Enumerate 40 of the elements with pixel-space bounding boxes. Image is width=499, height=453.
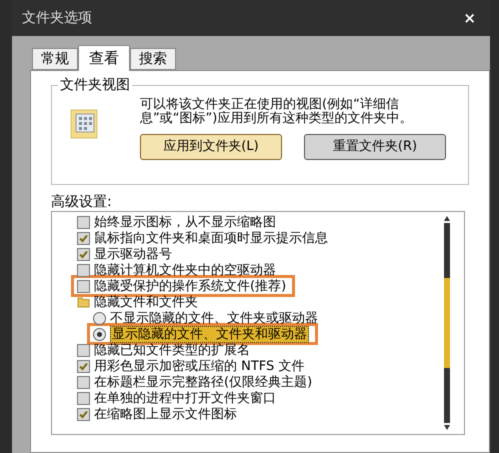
checkbox[interactable] xyxy=(77,376,90,388)
setting-label[interactable]: 隐藏计算机文件夹中的空驱动器 xyxy=(94,262,276,278)
tab[interactable]: 搜索 xyxy=(130,48,176,70)
checkbox[interactable] xyxy=(77,264,90,276)
setting-label[interactable]: 鼠标指向文件夹和桌面项时显示提示信息 xyxy=(94,230,328,246)
setting-label[interactable]: 隐藏文件和文件夹 xyxy=(94,294,198,310)
setting-label[interactable]: 在单独的进程中打开文件夹窗口 xyxy=(94,390,276,406)
folder-icon xyxy=(77,296,90,308)
section-title: 高级设置: xyxy=(51,193,113,211)
radio-button[interactable] xyxy=(93,312,106,324)
setting-label[interactable]: 在标题栏显示完整路径(仅限经典主题) xyxy=(94,374,312,390)
window-title: 文件夹选项 xyxy=(22,8,92,28)
checkbox[interactable] xyxy=(77,232,90,244)
folder-button[interactable]: 应用到文件夹(L) xyxy=(140,134,282,160)
setting-label[interactable]: 显示隐藏的文件、文件夹和驱动器 xyxy=(110,326,309,342)
checkbox[interactable] xyxy=(77,408,90,420)
setting-label[interactable]: 始终显示图标，从不显示缩略图 xyxy=(94,214,276,230)
checkbox[interactable] xyxy=(77,344,90,356)
scroll-up-icon[interactable] xyxy=(444,216,450,221)
scroll-thumb[interactable] xyxy=(444,278,450,368)
setting-label[interactable]: 不显示隐藏的文件、文件夹或驱动器 xyxy=(110,310,318,326)
setting-label[interactable]: 在缩略图上显示文件图标 xyxy=(94,406,237,422)
scroll-down-icon[interactable] xyxy=(444,425,450,430)
setting-label[interactable]: 用彩色显示加密或压缩的 NTFS 文件 xyxy=(94,358,304,374)
close-button[interactable]: × xyxy=(459,6,480,30)
setting-label[interactable]: 显示驱动器号 xyxy=(94,246,172,262)
group-title: 文件夹视图 xyxy=(58,76,132,94)
folder-button[interactable]: 重置文件夹(R) xyxy=(304,134,446,160)
checkbox[interactable] xyxy=(77,280,90,292)
tab[interactable]: 常规 xyxy=(32,48,78,70)
setting-label[interactable]: 隐藏已知文件类型的扩展名 xyxy=(94,342,250,358)
checkbox[interactable] xyxy=(77,392,90,404)
tab[interactable]: 查看 xyxy=(78,45,130,71)
checkbox[interactable] xyxy=(77,360,90,372)
radio-button[interactable] xyxy=(93,328,106,340)
folder-view-icon xyxy=(70,108,100,140)
description-text: 可以将该文件夹正在使用的视图(例如“详细信息”或“图标”)应用到所有这种类型的文件夹中。 xyxy=(140,98,414,126)
checkbox[interactable] xyxy=(77,216,90,228)
setting-label[interactable]: 隐藏受保护的操作系统文件(推荐) xyxy=(94,278,286,294)
checkbox[interactable] xyxy=(77,248,90,260)
